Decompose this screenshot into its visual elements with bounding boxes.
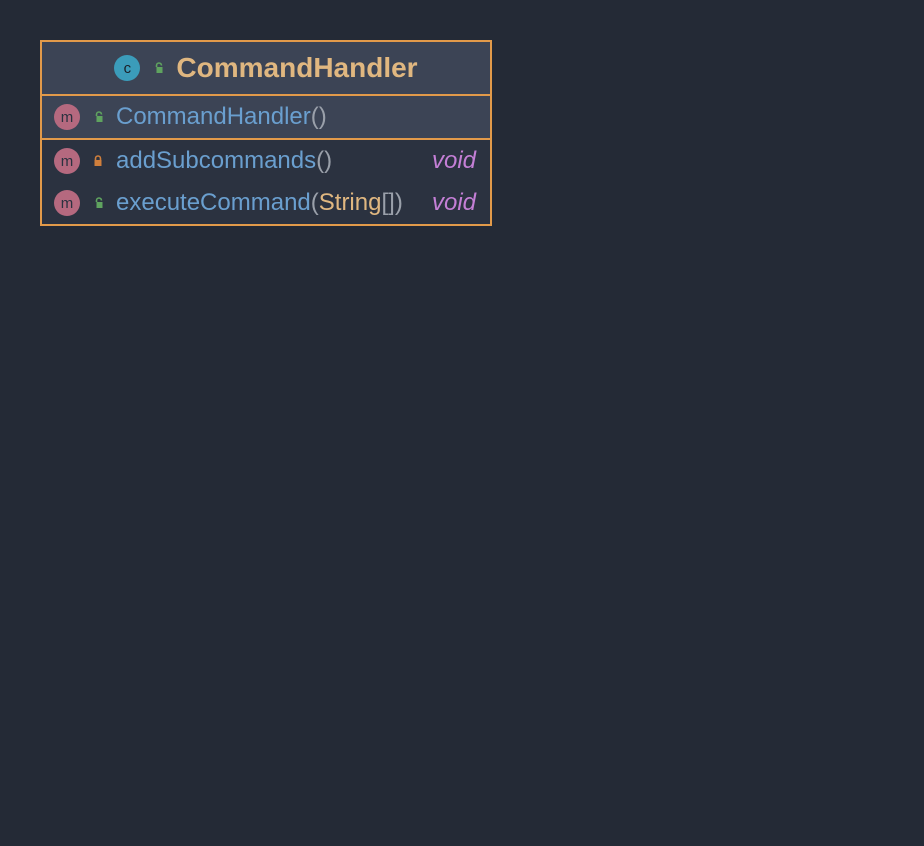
class-name-label: CommandHandler xyxy=(176,52,417,84)
public-visibility-icon xyxy=(90,195,106,211)
public-visibility-icon xyxy=(90,109,106,125)
member-signature: CommandHandler() xyxy=(116,103,458,131)
paren-open: ( xyxy=(311,189,319,216)
member-row[interactable]: m executeCommand(String[]) void xyxy=(42,182,490,224)
member-name: executeCommand xyxy=(116,189,311,216)
paren-close: ) xyxy=(395,189,403,216)
member-name: addSubcommands xyxy=(116,147,316,174)
paren-close: ) xyxy=(319,103,327,130)
paren-open: ( xyxy=(316,147,324,174)
member-row[interactable]: m addSubcommands() void xyxy=(42,140,490,182)
return-type: void xyxy=(432,189,476,217)
method-icon: m xyxy=(54,104,80,130)
class-box-commandhandler[interactable]: c CommandHandler m CommandHandler() xyxy=(40,40,492,226)
member-signature: addSubcommands() xyxy=(116,147,414,175)
class-header[interactable]: c CommandHandler xyxy=(42,42,490,96)
method-icon: m xyxy=(54,148,80,174)
private-visibility-icon xyxy=(90,153,106,169)
paren-close: ) xyxy=(324,147,332,174)
return-type: void xyxy=(432,147,476,175)
param-type: String xyxy=(319,189,382,216)
param-type-suffix: [] xyxy=(381,189,394,216)
public-visibility-icon xyxy=(150,60,166,76)
member-signature: executeCommand(String[]) xyxy=(116,189,414,217)
diagram-canvas: c CommandHandler m CommandHandler() xyxy=(0,0,924,846)
member-name: CommandHandler xyxy=(116,103,311,130)
method-icon: m xyxy=(54,190,80,216)
member-row[interactable]: m CommandHandler() xyxy=(42,96,490,140)
class-icon: c xyxy=(114,55,140,81)
paren-open: ( xyxy=(311,103,319,130)
